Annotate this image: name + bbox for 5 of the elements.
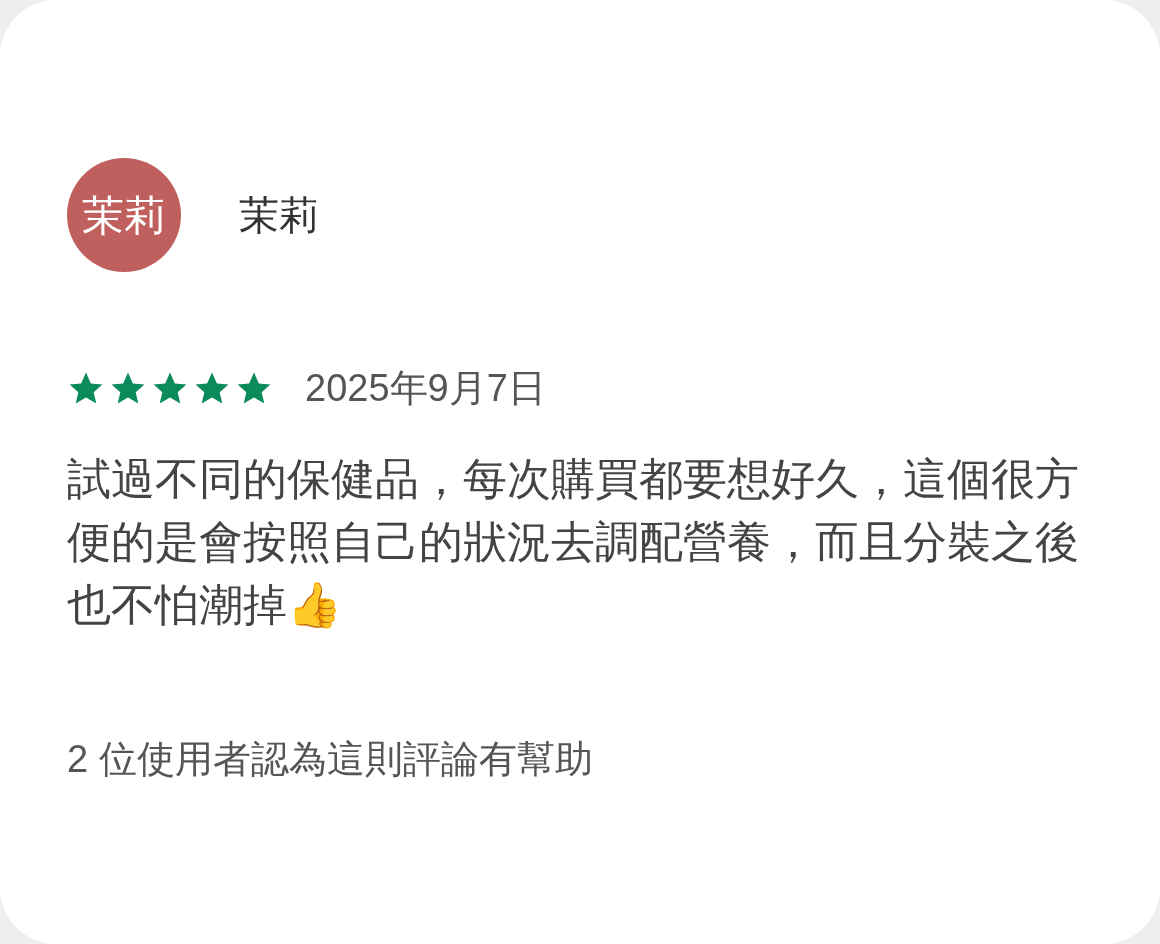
helpful-count: 2 位使用者認為這則評論有幫助: [67, 737, 594, 782]
review-text: 試過不同的保健品，每次購買都要想好久，這個很方便的是會按照自己的狀況去調配營養，而且分裝之後也不怕潮掉👍: [67, 453, 1080, 631]
avatar: 茉莉: [67, 158, 181, 272]
author-name: 茉莉: [239, 192, 319, 239]
review-date: 2025年9月7日: [305, 366, 546, 411]
